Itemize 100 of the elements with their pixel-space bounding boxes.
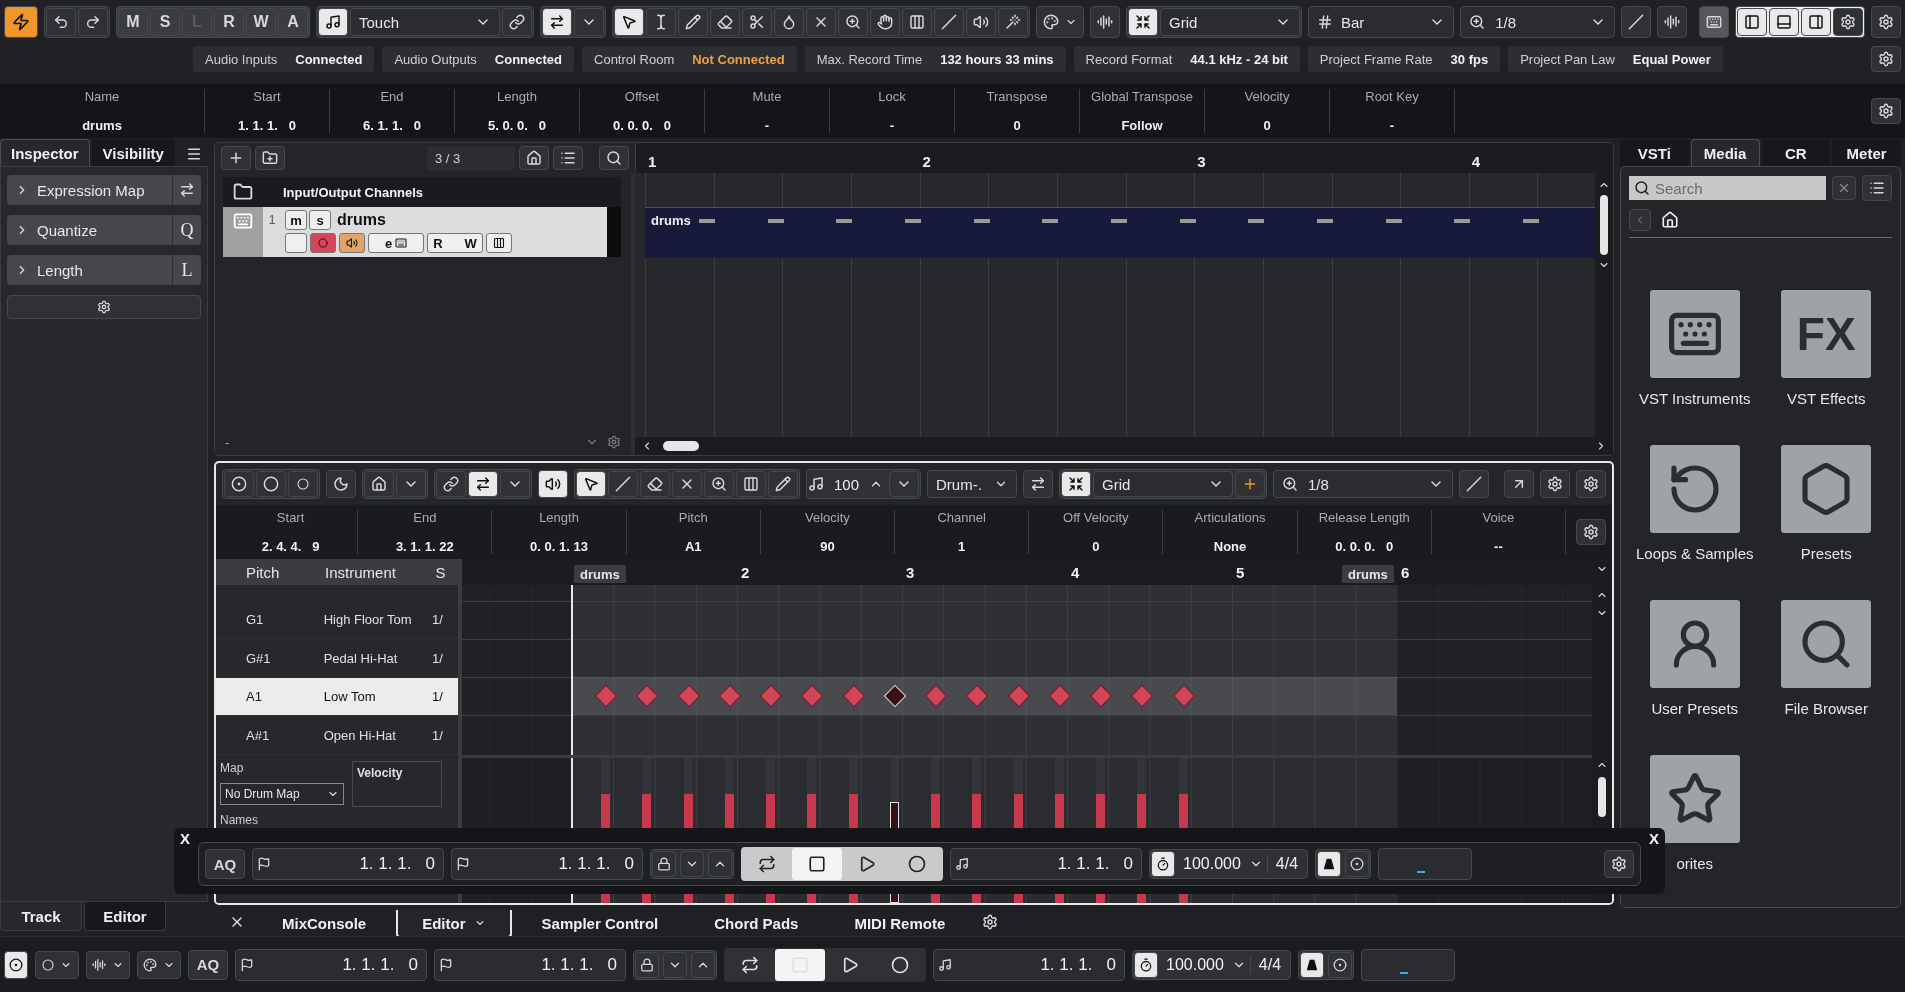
quantize-dropdown[interactable]: 1/8 (1273, 470, 1454, 498)
info-label: Articulations (1194, 510, 1266, 525)
lower-zone-tab[interactable]: Sampler Control (515, 910, 685, 938)
zone-tab[interactable]: Track (0, 902, 82, 931)
lower-zone-tab[interactable]: MixConsole (256, 910, 393, 938)
search-field[interactable]: Search (1629, 176, 1826, 200)
zone-tab[interactable]: Meter (1832, 139, 1901, 166)
info-value[interactable]: - (764, 118, 770, 133)
inspector-tab[interactable]: Visibility (91, 139, 175, 166)
info-value[interactable]: 6. 1. 1. 0 (363, 118, 421, 133)
automation-toggle[interactable]: W (246, 8, 276, 36)
automation-toggle[interactable]: S (150, 8, 180, 36)
info-label: Start (276, 510, 305, 525)
info-label: Off Velocity (1063, 510, 1129, 525)
info-value[interactable]: 5. 0. 0. 0 (488, 118, 546, 133)
info-label: Velocity (805, 510, 850, 525)
inspector-section[interactable]: Expression Map (7, 175, 201, 205)
left-locator-field[interactable]: 1. 1. 1. 0 (252, 848, 444, 880)
info-value[interactable]: 0. 0. 0. 0 (1335, 539, 1394, 554)
tile-label: VST Instruments (1639, 390, 1751, 407)
drum-row[interactable]: G1 High Floor Tom 1/ (216, 600, 458, 640)
inspector-section[interactable]: Length L (7, 255, 201, 285)
lower-zone-tab[interactable]: Chord Pads (688, 910, 825, 938)
section-title: Quantize (37, 221, 98, 239)
section-title: Expression Map (37, 181, 145, 199)
info-value[interactable]: 3. 1. 1. 22 (395, 539, 454, 554)
track-toggle[interactable]: m (285, 210, 307, 230)
info-value[interactable]: Follow (1121, 118, 1163, 133)
info-value[interactable]: 0. 0. 1. 13 (530, 539, 588, 554)
grid-type-dropdown[interactable]: Bar (1308, 6, 1455, 38)
info-value[interactable]: 0. 0. 0. 0 (613, 118, 671, 133)
midi-part[interactable]: drums (645, 207, 1595, 258)
zone-tab[interactable]: VSTi (1620, 139, 1689, 166)
automation-mode-dropdown[interactable]: Touch (350, 8, 500, 36)
info-value[interactable]: 2. 4. 4. 9 (261, 539, 320, 554)
snap-type-dropdown[interactable]: Grid (1160, 8, 1300, 36)
info-label: Velocity (1244, 89, 1290, 104)
read-write-button[interactable]: R W (427, 233, 483, 253)
snap-type-dropdown[interactable]: Grid (1093, 471, 1234, 497)
edit-instrument-button[interactable]: e (368, 233, 424, 253)
left-locator-field[interactable]: 1. 1. 1. 0 (235, 948, 427, 981)
info-value[interactable]: - (1389, 118, 1395, 133)
media-tile[interactable]: FX (1781, 290, 1872, 378)
inspector-tab[interactable]: Inspector (0, 139, 90, 166)
time-signature: 4/4 (1266, 855, 1307, 873)
info-label: End (413, 510, 437, 525)
lower-zone-tab[interactable]: Editor (396, 910, 512, 938)
status-value: Not Connected (692, 51, 785, 67)
status-value: 30 fps (1450, 51, 1489, 67)
status-label: Audio Outputs (394, 51, 477, 67)
info-value[interactable]: 0 (1013, 118, 1021, 133)
right-locator-field[interactable]: 1. 1. 1. 0 (451, 848, 643, 880)
folder-track[interactable]: Input/Output Channels (223, 177, 621, 207)
pitch-cell-text: G1 (245, 612, 265, 628)
bar-number: 5 (1236, 564, 1245, 581)
tile-label: User Presets (1651, 700, 1739, 717)
part-label: drums (1342, 565, 1394, 583)
info-value[interactable]: 90 (820, 539, 835, 554)
lower-zone-tab[interactable]: MIDI Remote (828, 910, 972, 938)
automation-toggle[interactable]: R (214, 8, 244, 36)
info-value[interactable]: 1 (958, 539, 966, 554)
table-cell-text: 1/ (432, 689, 444, 705)
right-locator-field[interactable]: 1. 1. 1. 0 (434, 948, 626, 981)
position-field[interactable]: 1. 1. 1. 0 (933, 948, 1125, 981)
bar-number: 2 (741, 564, 750, 581)
close-button[interactable]: X (1647, 828, 1661, 849)
info-label: Root Key (1365, 89, 1419, 104)
position-field[interactable]: 1. 1. 1. 0 (950, 848, 1142, 880)
inspector-section[interactable]: Quantize Q (7, 215, 201, 245)
pitch-cell-text: A1 (245, 689, 263, 705)
info-value[interactable]: None (1213, 539, 1247, 554)
automation-toggle[interactable]: A (278, 8, 308, 36)
zone-tab[interactable]: CR (1761, 139, 1831, 166)
auto-quantize-button[interactable]: AQ (188, 949, 228, 980)
info-value[interactable]: drums (82, 118, 122, 133)
info-label: Start (253, 89, 281, 104)
close-button[interactable]: X (178, 828, 192, 849)
tile-label: VST Effects (1786, 390, 1866, 407)
info-value[interactable]: -- (1494, 539, 1503, 554)
drum-map-dropdown[interactable]: Drum-. (927, 470, 1018, 498)
info-value[interactable]: A1 (684, 539, 702, 554)
bar-number: 1 (648, 153, 657, 170)
automation-toggle[interactable]: M (118, 8, 148, 36)
info-label: Pitch (678, 510, 708, 525)
info-value[interactable]: 1. 1. 1. 0 (238, 118, 296, 133)
zone-tab[interactable]: Editor (84, 902, 166, 931)
instrument-track[interactable]: 1 m s drums e R W (223, 207, 621, 257)
table-cell-text: 1/ (432, 612, 444, 628)
quantize-dropdown[interactable]: 1/8 (1460, 6, 1615, 38)
info-value[interactable]: 0 (1092, 539, 1100, 554)
lane-name: Velocity (352, 761, 442, 807)
track-toggle[interactable]: s (309, 210, 331, 230)
zone-tab[interactable]: Media (1690, 139, 1760, 166)
info-label: Transpose (986, 89, 1048, 104)
info-value[interactable]: - (889, 118, 895, 133)
auto-quantize-button[interactable]: AQ (205, 849, 245, 879)
info-value[interactable]: 0 (1263, 118, 1271, 133)
drum-row[interactable]: A1 Low Tom 1/ (216, 677, 458, 717)
drum-map-dropdown[interactable]: No Drum Map (220, 783, 344, 805)
drum-row[interactable]: G#1 Pedal Hi-Hat 1/ (216, 639, 458, 678)
